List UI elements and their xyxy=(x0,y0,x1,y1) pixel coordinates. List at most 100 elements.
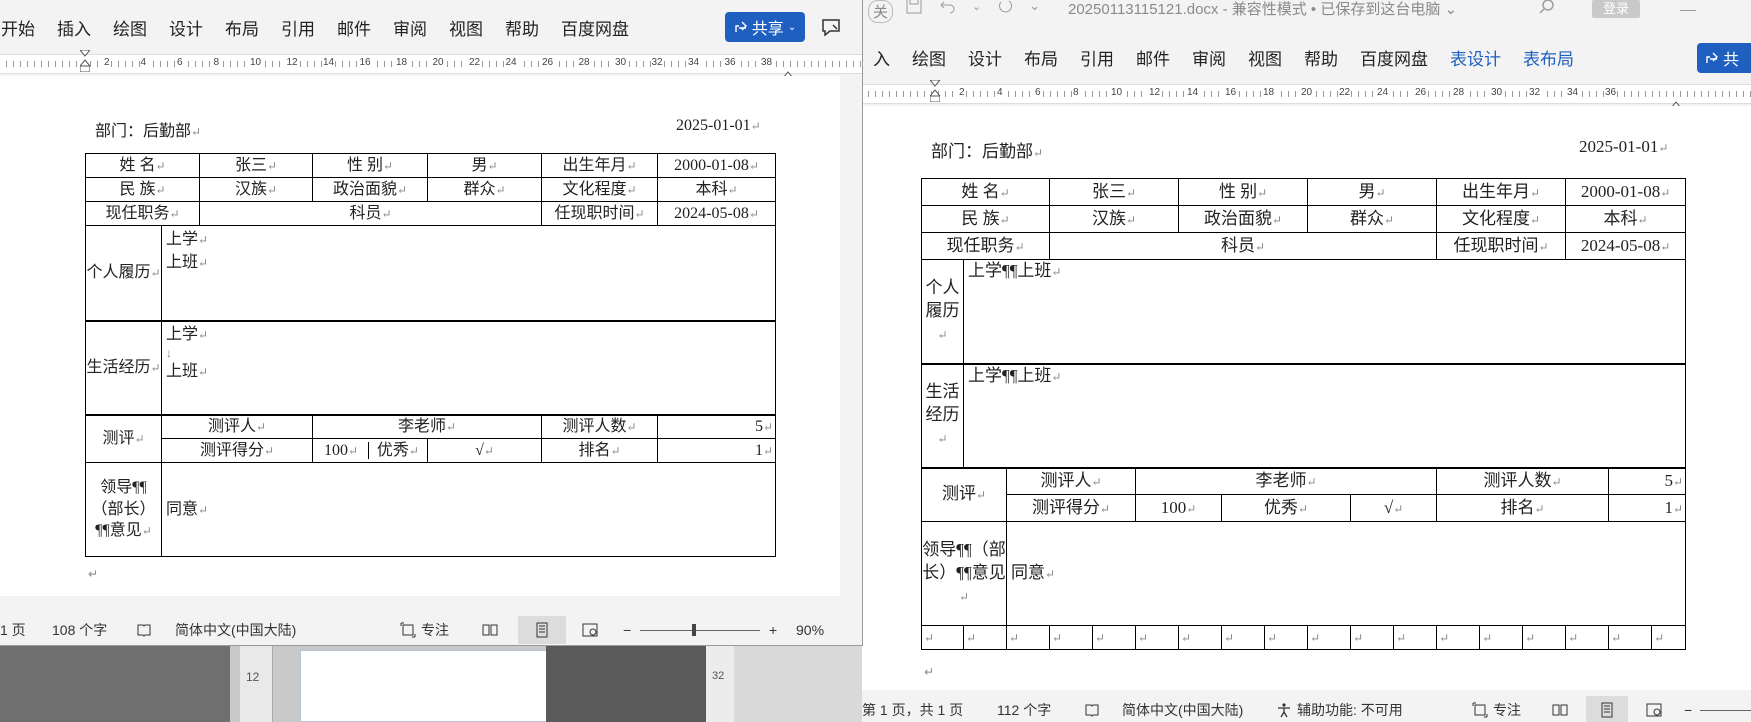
ribbon-tab[interactable]: 布局 xyxy=(1013,45,1069,70)
table-cell[interactable]: 李老师↵ xyxy=(1135,466,1438,495)
personnel-table[interactable]: 姓 名↵ 张三↵ 性 别↵ 男↵ 出生年月↵ 2000-01-08↵ 民 族↵ … xyxy=(920,178,1687,650)
table-cell[interactable]: 男↵ xyxy=(427,153,543,178)
table-cell[interactable]: 测评得分↵ xyxy=(160,438,314,463)
table-cell[interactable]: 任现职时间↵ xyxy=(541,201,659,226)
word-count[interactable]: 112 个字 xyxy=(997,700,1051,720)
table-cell[interactable]: √↵ xyxy=(1350,494,1438,522)
table-cell[interactable]: 出生年月↵ xyxy=(1436,178,1567,206)
table-cell[interactable]: 个人履历↵ xyxy=(85,225,162,321)
page-indicator[interactable]: 1 页 xyxy=(0,620,26,640)
horizontal-ruler[interactable]: 2 4 6 8 10 12 14 16 18 20 22 24 26 28 30 32 34 36 xyxy=(862,84,1751,104)
table-cell[interactable]: 张三↵ xyxy=(1049,178,1180,206)
table-cell[interactable]: √↵ xyxy=(427,438,543,463)
comment-icon[interactable] xyxy=(820,16,842,38)
ribbon-tab[interactable]: 帮助 xyxy=(494,15,550,40)
table-cell[interactable]: 同意↵ xyxy=(160,462,777,557)
table-cell[interactable]: 生活经历↵ xyxy=(85,319,162,415)
table-cell[interactable]: ↵ xyxy=(1651,625,1687,650)
table-cell[interactable]: ↵ xyxy=(1178,625,1223,650)
table-cell[interactable]: 上学↵ ↓ 上班↵ xyxy=(160,319,777,415)
table-cell[interactable]: 5↵ xyxy=(1608,466,1687,495)
undo-icon[interactable] xyxy=(938,0,958,16)
print-layout-icon[interactable] xyxy=(518,616,566,644)
proofing-icon[interactable] xyxy=(136,622,152,638)
read-mode-icon[interactable] xyxy=(1552,702,1568,718)
ribbon-tab[interactable]: 审阅 xyxy=(382,15,438,40)
table-cell[interactable]: 2000-01-08↵ xyxy=(657,153,777,178)
table-cell[interactable]: ↵ xyxy=(1092,625,1137,650)
table-cell[interactable]: 生活经历↵ xyxy=(921,362,964,468)
table-cell[interactable]: 同意↵ xyxy=(1005,521,1687,626)
table-cell[interactable]: 测评↵ xyxy=(921,466,1007,522)
ribbon-tab[interactable]: 开始 xyxy=(0,15,46,40)
table-cell[interactable]: 100↵ 优秀↵ xyxy=(312,438,429,463)
document-page[interactable]: 部门：后勤部↵ 2025-01-01↵ 姓 名↵ 张三↵ 性 别↵ 男↵ 出生年… xyxy=(862,106,1751,690)
table-cell[interactable]: 测评人↵ xyxy=(160,413,314,439)
table-cell[interactable]: ↵ xyxy=(1479,625,1524,650)
ribbon-tab[interactable]: 帮助 xyxy=(1293,45,1349,70)
table-cell[interactable]: 汉族↵ xyxy=(1049,205,1180,233)
table-cell[interactable]: 汉族↵ xyxy=(199,177,314,202)
table-cell[interactable]: 2000-01-08↵ xyxy=(1565,178,1687,206)
table-cell[interactable]: 排名↵ xyxy=(541,438,659,463)
ribbon-tab-contextual[interactable]: 表设计 xyxy=(1439,45,1512,70)
chevron-down-icon[interactable]: ⌄ xyxy=(972,0,981,13)
table-cell[interactable]: ↵ xyxy=(1393,625,1438,650)
horizontal-ruler[interactable]: 2 4 6 8 10 12 14 16 18 20 22 24 26 28 30 32 34 36 38 xyxy=(0,54,862,74)
redo-icon[interactable] xyxy=(995,0,1015,16)
table-cell[interactable]: ↵ xyxy=(1565,625,1610,650)
table-cell[interactable]: ↵ xyxy=(921,625,964,650)
ribbon-tab[interactable]: 布局 xyxy=(214,15,270,40)
ribbon-tab[interactable]: 邮件 xyxy=(326,15,382,40)
document-page[interactable]: 部门：后勤部↵ 2025-01-01↵ 姓 名↵ 张三↵ 性 别↵ 男↵ 出生年… xyxy=(0,76,840,596)
table-cell[interactable]: ↵ xyxy=(1049,625,1094,650)
table-cell[interactable]: 现任职务↵ xyxy=(84,201,201,226)
close-label[interactable]: 关 xyxy=(868,0,894,23)
zoom-level[interactable]: 90% xyxy=(796,622,824,638)
table-cell[interactable]: 政治面貌↵ xyxy=(312,177,429,202)
table-cell[interactable]: ↵ xyxy=(1307,625,1352,650)
table-cell[interactable]: ↵ xyxy=(1608,625,1653,650)
table-cell[interactable]: 上学¶¶上班↵ xyxy=(962,362,1687,468)
share-button[interactable]: 共享 ⌄ xyxy=(725,12,805,42)
table-cell[interactable]: 本科↵ xyxy=(657,177,777,202)
table-cell[interactable]: 5↵ xyxy=(657,413,777,439)
table-cell[interactable]: 姓 名↵ xyxy=(84,153,201,178)
table-cell[interactable]: 性 别↵ xyxy=(1178,178,1309,206)
table-cell[interactable]: 领导¶¶（部长）¶¶意见↵ xyxy=(85,462,162,557)
table-cell[interactable]: 2024-05-08↵ xyxy=(1565,232,1687,260)
table-cell[interactable]: 测评↵ xyxy=(85,413,162,463)
table-cell[interactable]: 领导¶¶（部长）¶¶意见↵ xyxy=(921,521,1007,626)
ribbon-tab[interactable]: 邮件 xyxy=(1125,45,1181,70)
focus-button[interactable]: 专注 xyxy=(400,620,449,640)
ribbon-tab[interactable]: 视图 xyxy=(1237,45,1293,70)
customize-toolbar-icon[interactable]: ⌄ xyxy=(1029,0,1040,14)
table-cell[interactable]: 男↵ xyxy=(1307,178,1438,206)
table-cell[interactable]: 现任职务↵ xyxy=(920,232,1051,260)
ribbon-tab[interactable]: 设计 xyxy=(957,45,1013,70)
language-indicator[interactable]: 简体中文(中国大陆) xyxy=(175,620,296,640)
table-cell[interactable]: ↵ xyxy=(1005,625,1051,650)
ribbon-tab[interactable]: 插入 xyxy=(46,15,102,40)
ribbon-tab[interactable]: 视图 xyxy=(438,15,494,40)
accessibility-status[interactable]: 辅助功能: 不可用 xyxy=(1276,700,1403,720)
ribbon-tab[interactable]: 入 xyxy=(862,45,901,70)
personnel-table[interactable]: 姓 名↵ 张三↵ 性 别↵ 男↵ 出生年月↵ 2000-01-08↵ 民 族↵ … xyxy=(84,153,777,557)
zoom-slider[interactable] xyxy=(640,630,760,631)
table-cell[interactable]: 本科↵ xyxy=(1565,205,1687,233)
table-cell[interactable]: ↵ xyxy=(1350,625,1395,650)
indent-marker[interactable] xyxy=(930,80,940,102)
login-button[interactable]: 登录 xyxy=(1592,0,1640,18)
zoom-slider-thumb[interactable] xyxy=(692,624,696,636)
table-cell[interactable]: 个人履历↵ xyxy=(921,259,964,364)
share-button[interactable]: 共 xyxy=(1697,43,1751,73)
table-cell[interactable]: 姓 名↵ xyxy=(920,178,1051,206)
chevron-down-icon[interactable]: ⌄ xyxy=(1445,1,1458,18)
table-cell[interactable]: ↵ xyxy=(1135,625,1180,650)
table-cell[interactable]: 科员↵ xyxy=(199,201,543,226)
table-cell[interactable]: 张三↵ xyxy=(199,153,314,178)
read-mode-icon[interactable] xyxy=(482,622,498,638)
table-cell[interactable]: 优秀↵ xyxy=(1221,494,1352,522)
table-cell[interactable]: ↵ xyxy=(1436,625,1481,650)
indent-marker[interactable] xyxy=(80,50,90,72)
